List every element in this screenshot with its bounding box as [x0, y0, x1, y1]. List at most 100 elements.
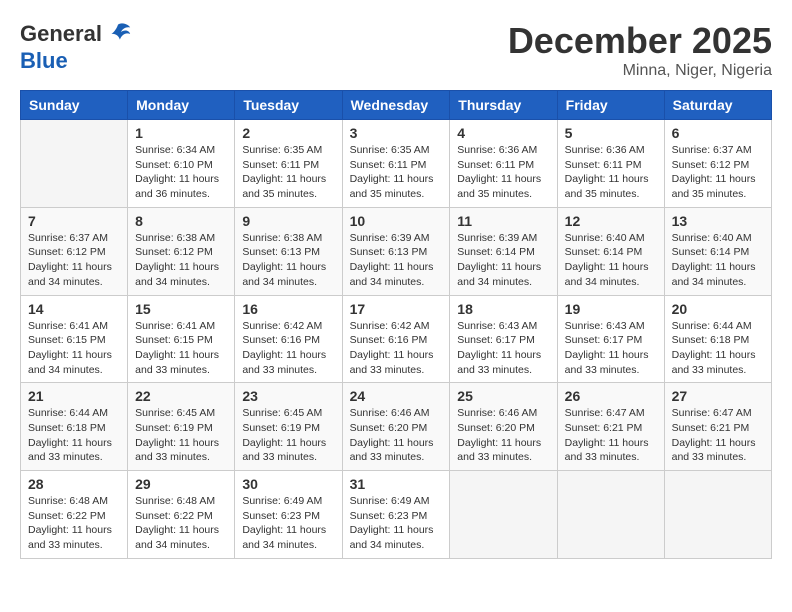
logo-general-text: General: [20, 21, 102, 47]
cell-info: Sunrise: 6:37 AMSunset: 6:12 PMDaylight:…: [672, 143, 764, 202]
cell-info: Sunrise: 6:39 AMSunset: 6:14 PMDaylight:…: [457, 231, 549, 290]
cell-info: Sunrise: 6:49 AMSunset: 6:23 PMDaylight:…: [350, 494, 443, 553]
day-number: 11: [457, 213, 549, 229]
calendar-cell: 2 Sunrise: 6:35 AMSunset: 6:11 PMDaylight…: [235, 120, 342, 208]
calendar-header-thursday: Thursday: [450, 91, 557, 120]
calendar-cell: 18 Sunrise: 6:43 AMSunset: 6:17 PMDayligh…: [450, 295, 557, 383]
month-title: December 2025: [508, 20, 772, 62]
calendar-cell: 13 Sunrise: 6:40 AMSunset: 6:14 PMDayligh…: [664, 207, 771, 295]
calendar-cell: 23Sunrise: 6:45 AMSunset: 6:19 PMDayligh…: [235, 383, 342, 471]
day-number: 10: [350, 213, 443, 229]
calendar-cell: 19 Sunrise: 6:43 AMSunset: 6:17 PMDayligh…: [557, 295, 664, 383]
day-number: 19: [565, 301, 657, 317]
calendar-cell: 9 Sunrise: 6:38 AMSunset: 6:13 PMDaylight…: [235, 207, 342, 295]
calendar-week-4: 21Sunrise: 6:44 AMSunset: 6:18 PMDayligh…: [21, 383, 772, 471]
day-number: 23: [242, 388, 334, 404]
calendar-cell: 6Sunrise: 6:37 AMSunset: 6:12 PMDaylight…: [664, 120, 771, 208]
cell-info: Sunrise: 6:48 AMSunset: 6:22 PMDaylight:…: [28, 494, 120, 553]
calendar-cell: 3Sunrise: 6:35 AMSunset: 6:11 PMDaylight…: [342, 120, 450, 208]
cell-info: Sunrise: 6:44 AMSunset: 6:18 PMDaylight:…: [672, 319, 764, 378]
calendar-header-friday: Friday: [557, 91, 664, 120]
calendar-header-row: SundayMondayTuesdayWednesdayThursdayFrid…: [21, 91, 772, 120]
day-number: 16: [242, 301, 334, 317]
cell-info: Sunrise: 6:40 AMSunset: 6:14 PMDaylight:…: [672, 231, 764, 290]
calendar-week-3: 14 Sunrise: 6:41 AMSunset: 6:15 PMDayligh…: [21, 295, 772, 383]
day-number: 17: [350, 301, 443, 317]
calendar-week-2: 7 Sunrise: 6:37 AMSunset: 6:12 PMDaylight…: [21, 207, 772, 295]
calendar-cell: 11 Sunrise: 6:39 AMSunset: 6:14 PMDayligh…: [450, 207, 557, 295]
day-number: 18: [457, 301, 549, 317]
calendar-header-sunday: Sunday: [21, 91, 128, 120]
calendar-week-1: 1 Sunrise: 6:34 AMSunset: 6:10 PMDaylight…: [21, 120, 772, 208]
cell-info: Sunrise: 6:39 AMSunset: 6:13 PMDaylight:…: [350, 231, 443, 290]
calendar-cell: 12Sunrise: 6:40 AMSunset: 6:14 PMDayligh…: [557, 207, 664, 295]
calendar-header-wednesday: Wednesday: [342, 91, 450, 120]
location-title: Minna, Niger, Nigeria: [508, 62, 772, 80]
cell-info: Sunrise: 6:34 AMSunset: 6:10 PMDaylight:…: [135, 143, 227, 202]
day-number: 1: [135, 125, 227, 141]
cell-info: Sunrise: 6:42 AMSunset: 6:16 PMDaylight:…: [242, 319, 334, 378]
calendar-cell: 20 Sunrise: 6:44 AMSunset: 6:18 PMDayligh…: [664, 295, 771, 383]
cell-info: Sunrise: 6:41 AMSunset: 6:15 PMDaylight:…: [135, 319, 227, 378]
calendar-cell: 30Sunrise: 6:49 AMSunset: 6:23 PMDayligh…: [235, 471, 342, 559]
day-number: 29: [135, 476, 227, 492]
cell-info: Sunrise: 6:45 AMSunset: 6:19 PMDaylight:…: [135, 406, 227, 465]
calendar-cell: [557, 471, 664, 559]
logo: General Blue: [20, 20, 132, 74]
calendar-week-5: 28 Sunrise: 6:48 AMSunset: 6:22 PMDayligh…: [21, 471, 772, 559]
calendar-header-tuesday: Tuesday: [235, 91, 342, 120]
day-number: 28: [28, 476, 120, 492]
cell-info: Sunrise: 6:48 AMSunset: 6:22 PMDaylight:…: [135, 494, 227, 553]
day-number: 9: [242, 213, 334, 229]
day-number: 8: [135, 213, 227, 229]
day-number: 13: [672, 213, 764, 229]
day-number: 20: [672, 301, 764, 317]
cell-info: Sunrise: 6:43 AMSunset: 6:17 PMDaylight:…: [457, 319, 549, 378]
cell-info: Sunrise: 6:38 AMSunset: 6:12 PMDaylight:…: [135, 231, 227, 290]
calendar-cell: 25Sunrise: 6:46 AMSunset: 6:20 PMDayligh…: [450, 383, 557, 471]
calendar-cell: 22 Sunrise: 6:45 AMSunset: 6:19 PMDayligh…: [128, 383, 235, 471]
day-number: 4: [457, 125, 549, 141]
calendar-cell: 27 Sunrise: 6:47 AMSunset: 6:21 PMDayligh…: [664, 383, 771, 471]
day-number: 2: [242, 125, 334, 141]
calendar-cell: 10 Sunrise: 6:39 AMSunset: 6:13 PMDayligh…: [342, 207, 450, 295]
day-number: 30: [242, 476, 334, 492]
calendar-cell: [664, 471, 771, 559]
calendar-cell: 15Sunrise: 6:41 AMSunset: 6:15 PMDayligh…: [128, 295, 235, 383]
title-block: December 2025 Minna, Niger, Nigeria: [508, 20, 772, 80]
logo-bird-icon: [104, 20, 132, 48]
day-number: 26: [565, 388, 657, 404]
calendar-cell: 26 Sunrise: 6:47 AMSunset: 6:21 PMDayligh…: [557, 383, 664, 471]
calendar-cell: 29 Sunrise: 6:48 AMSunset: 6:22 PMDayligh…: [128, 471, 235, 559]
calendar-header-monday: Monday: [128, 91, 235, 120]
cell-info: Sunrise: 6:41 AMSunset: 6:15 PMDaylight:…: [28, 319, 120, 378]
calendar-cell: 1 Sunrise: 6:34 AMSunset: 6:10 PMDaylight…: [128, 120, 235, 208]
day-number: 27: [672, 388, 764, 404]
cell-info: Sunrise: 6:36 AMSunset: 6:11 PMDaylight:…: [565, 143, 657, 202]
cell-info: Sunrise: 6:37 AMSunset: 6:12 PMDaylight:…: [28, 231, 120, 290]
day-number: 22: [135, 388, 227, 404]
day-number: 24: [350, 388, 443, 404]
day-number: 14: [28, 301, 120, 317]
day-number: 3: [350, 125, 443, 141]
cell-info: Sunrise: 6:36 AMSunset: 6:11 PMDaylight:…: [457, 143, 549, 202]
calendar-cell: 7 Sunrise: 6:37 AMSunset: 6:12 PMDaylight…: [21, 207, 128, 295]
calendar-cell: 8 Sunrise: 6:38 AMSunset: 6:12 PMDaylight…: [128, 207, 235, 295]
cell-info: Sunrise: 6:38 AMSunset: 6:13 PMDaylight:…: [242, 231, 334, 290]
calendar-cell: [21, 120, 128, 208]
day-number: 7: [28, 213, 120, 229]
day-number: 31: [350, 476, 443, 492]
cell-info: Sunrise: 6:35 AMSunset: 6:11 PMDaylight:…: [242, 143, 334, 202]
calendar-cell: 16 Sunrise: 6:42 AMSunset: 6:16 PMDayligh…: [235, 295, 342, 383]
day-number: 5: [565, 125, 657, 141]
calendar-cell: 17 Sunrise: 6:42 AMSunset: 6:16 PMDayligh…: [342, 295, 450, 383]
cell-info: Sunrise: 6:44 AMSunset: 6:18 PMDaylight:…: [28, 406, 120, 465]
logo-blue-text: Blue: [20, 48, 132, 74]
calendar-cell: [450, 471, 557, 559]
cell-info: Sunrise: 6:47 AMSunset: 6:21 PMDaylight:…: [565, 406, 657, 465]
calendar-cell: 4 Sunrise: 6:36 AMSunset: 6:11 PMDaylight…: [450, 120, 557, 208]
day-number: 25: [457, 388, 549, 404]
cell-info: Sunrise: 6:47 AMSunset: 6:21 PMDaylight:…: [672, 406, 764, 465]
cell-info: Sunrise: 6:43 AMSunset: 6:17 PMDaylight:…: [565, 319, 657, 378]
cell-info: Sunrise: 6:42 AMSunset: 6:16 PMDaylight:…: [350, 319, 443, 378]
